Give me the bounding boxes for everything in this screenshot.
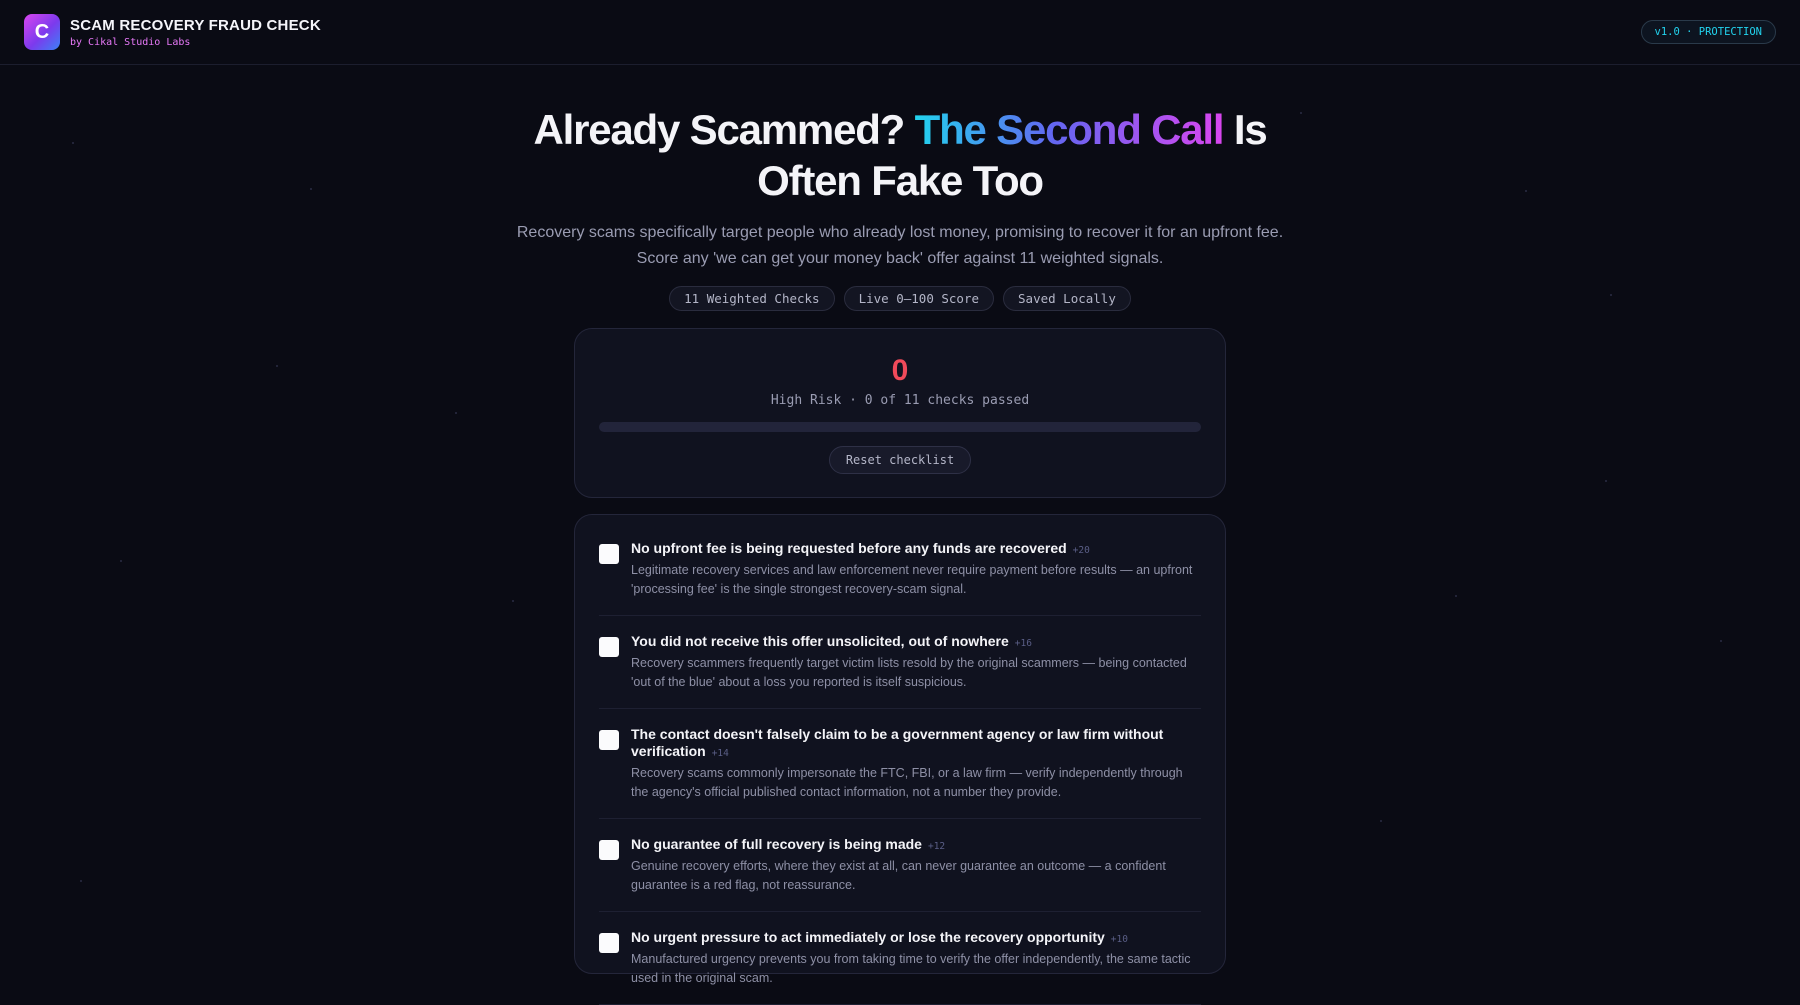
check-title-text: The contact doesn't falsely claim to be … <box>631 726 1163 759</box>
check-checkbox[interactable] <box>599 933 619 953</box>
check-title: You did not receive this offer unsolicit… <box>631 633 1201 652</box>
reset-checklist-button[interactable]: Reset checklist <box>829 446 971 474</box>
check-weight: +20 <box>1073 545 1090 556</box>
check-item[interactable]: No upfront fee is being requested before… <box>599 535 1201 616</box>
title-part-2: Is <box>1234 106 1267 153</box>
check-item[interactable]: No guarantee of full recovery is being m… <box>599 831 1201 912</box>
check-description: Legitimate recovery services and law enf… <box>631 561 1201 599</box>
app-byline: by Cikal Studio Labs <box>70 37 321 48</box>
check-checkbox[interactable] <box>599 730 619 750</box>
top-bar: C SCAM RECOVERY FRAUD CHECK by Cikal Stu… <box>0 0 1800 65</box>
check-description: Recovery scams commonly impersonate the … <box>631 764 1201 802</box>
check-title: No guarantee of full recovery is being m… <box>631 836 1201 855</box>
check-title: No upfront fee is being requested before… <box>631 540 1201 559</box>
check-checkbox[interactable] <box>599 840 619 860</box>
title-highlight: The Second Call <box>915 106 1224 153</box>
feature-pill: Saved Locally <box>1003 286 1131 311</box>
check-weight: +14 <box>712 748 729 759</box>
check-checkbox[interactable] <box>599 544 619 564</box>
check-item[interactable]: No urgent pressure to act immediately or… <box>599 924 1201 1005</box>
app-logo: C <box>24 14 60 50</box>
check-description: Recovery scammers frequently target vict… <box>631 654 1201 692</box>
check-title-text: You did not receive this offer unsolicit… <box>631 633 1009 649</box>
check-description: Genuine recovery efforts, where they exi… <box>631 857 1201 895</box>
title-part-1: Already Scammed? <box>534 106 905 153</box>
checklist: No upfront fee is being requested before… <box>574 514 1226 974</box>
score-card: 0 High Risk · 0 of 11 checks passed Rese… <box>574 328 1226 498</box>
check-weight: +16 <box>1015 638 1032 649</box>
check-title-text: No guarantee of full recovery is being m… <box>631 836 922 852</box>
check-checkbox[interactable] <box>599 637 619 657</box>
subtitle-line-2: Score any 'we can get your money back' o… <box>637 250 1164 267</box>
page-subtitle: Recovery scams specifically target peopl… <box>0 220 1800 272</box>
score-progress-bar <box>599 422 1201 432</box>
check-description: Manufactured urgency prevents you from t… <box>631 950 1201 988</box>
logo-letter: C <box>35 21 49 44</box>
check-weight: +12 <box>928 841 945 852</box>
feature-pills: 11 Weighted Checks Live 0–100 Score Save… <box>0 286 1800 311</box>
check-title: The contact doesn't falsely claim to be … <box>631 726 1201 762</box>
check-title: No urgent pressure to act immediately or… <box>631 929 1201 948</box>
score-status: High Risk · 0 of 11 checks passed <box>575 393 1225 408</box>
app-title: SCAM RECOVERY FRAUD CHECK <box>70 17 321 34</box>
check-title-text: No urgent pressure to act immediately or… <box>631 929 1105 945</box>
check-item[interactable]: The contact doesn't falsely claim to be … <box>599 721 1201 819</box>
page-title: Already Scammed? The Second Call Is Ofte… <box>0 104 1800 206</box>
subtitle-line-1: Recovery scams specifically target peopl… <box>517 224 1283 241</box>
hero: Already Scammed? The Second Call Is Ofte… <box>0 104 1800 311</box>
brand: SCAM RECOVERY FRAUD CHECK by Cikal Studi… <box>70 17 321 48</box>
score-value: 0 <box>575 355 1225 387</box>
version-badge: v1.0 · PROTECTION <box>1641 20 1776 44</box>
feature-pill: 11 Weighted Checks <box>669 286 834 311</box>
feature-pill: Live 0–100 Score <box>844 286 994 311</box>
check-weight: +10 <box>1111 934 1128 945</box>
check-item[interactable]: You did not receive this offer unsolicit… <box>599 628 1201 709</box>
check-title-text: No upfront fee is being requested before… <box>631 540 1067 556</box>
title-line-2: Often Fake Too <box>757 157 1043 204</box>
